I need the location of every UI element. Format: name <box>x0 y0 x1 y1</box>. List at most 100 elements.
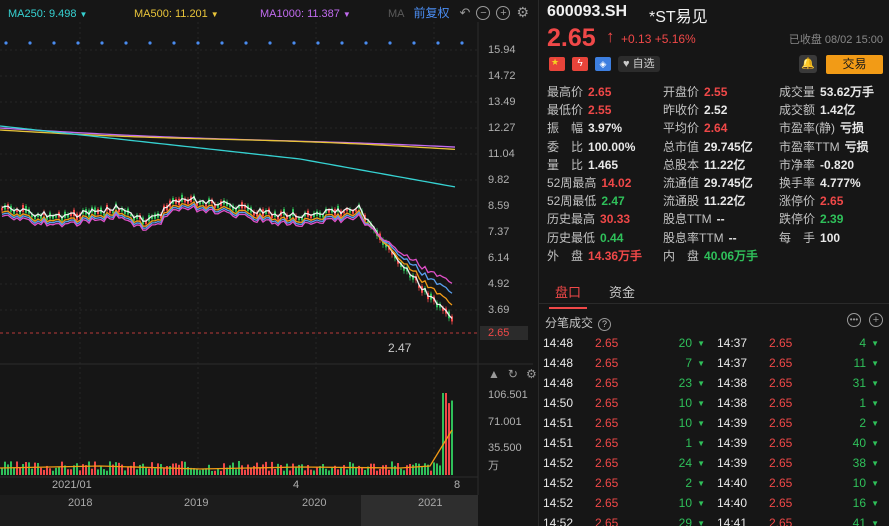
stat-row: 历史最低 0.44 <box>547 229 642 247</box>
date-label: 4 <box>293 479 300 491</box>
stat-value: 100.00% <box>588 139 636 154</box>
volume-bar <box>394 465 396 475</box>
zoom-in-icon[interactable]: + <box>496 5 511 20</box>
ma250-label[interactable]: MA250: 9.498 ▼ <box>8 8 87 20</box>
price-tick-label: 6.14 <box>488 252 510 264</box>
year-label: 2021 <box>418 497 443 509</box>
volume-bar <box>451 400 453 475</box>
event-marker <box>436 41 440 45</box>
volume-bar <box>244 469 246 475</box>
tick-price: 2.65 <box>769 376 793 390</box>
tick-time: 14:52 <box>543 516 574 526</box>
stat-row: 成交额 1.42亿 <box>779 101 874 119</box>
volume-bar <box>325 468 327 475</box>
tick-volume: 10 <box>678 396 692 410</box>
ma20-line <box>1 202 453 294</box>
stat-value: 2.64 <box>704 121 728 136</box>
tag-icon[interactable]: ◈ <box>595 57 611 71</box>
ma500-label[interactable]: MA500: 11.201 ▼ <box>134 8 219 20</box>
add-watchlist-button[interactable]: ♥ 自选 <box>618 56 660 72</box>
adjust-mode-button[interactable]: 前复权 <box>414 4 450 21</box>
tab-capital[interactable]: 资金 <box>609 282 635 301</box>
stat-value: 53.62万手 <box>820 85 875 99</box>
volume-bar <box>295 466 297 475</box>
stat-label: 历史最高 <box>547 212 596 227</box>
kline-chart[interactable]: MA250: 9.498 ▼ MA500: 11.201 ▼ MA1000: 11.… <box>0 0 537 526</box>
tick-row: 14:50 2.65 10 ▼ <box>543 396 708 416</box>
expand-icon[interactable]: + <box>869 313 883 327</box>
arrow-up-icon: ↑ <box>606 27 615 46</box>
trade-button[interactable]: 交易 <box>826 55 883 74</box>
volume-bar <box>106 470 108 475</box>
volume-bar <box>373 463 375 475</box>
stat-value: 100 <box>820 230 841 245</box>
chevron-up-icon[interactable]: ▲ <box>488 367 500 381</box>
tick-time: 14:38 <box>717 376 748 390</box>
volume-bar <box>385 464 387 475</box>
tick-time: 14:52 <box>543 456 574 470</box>
tick-direction-icon: ▼ <box>871 339 879 348</box>
volume-bar <box>343 465 345 475</box>
volume-bar <box>58 466 60 475</box>
tick-time: 14:48 <box>543 376 574 390</box>
stat-value: 2.55 <box>588 103 612 118</box>
tick-direction-icon: ▼ <box>697 519 705 526</box>
volume-bar <box>424 463 426 475</box>
event-marker <box>172 41 176 45</box>
ma1000-label[interactable]: MA1000: 11.387 ▼ <box>260 8 351 20</box>
zoom-out-icon[interactable]: − <box>476 5 491 20</box>
volume-bar <box>310 469 312 475</box>
volume-bar <box>124 470 126 475</box>
tick-direction-icon: ▼ <box>697 419 705 428</box>
tick-volume: 41 <box>852 516 866 526</box>
settings-gear-icon[interactable]: ⚙ <box>516 4 529 21</box>
volume-bar <box>91 468 93 475</box>
tick-row: 14:37 2.65 11 ▼ <box>717 356 882 376</box>
tick-price: 2.65 <box>769 336 793 350</box>
stat-label: 昨收价 <box>663 103 700 118</box>
volume-bar <box>436 463 438 475</box>
tick-volume: 24 <box>678 456 692 470</box>
tick-price: 2.65 <box>595 396 619 410</box>
volume-bar <box>265 461 267 475</box>
volume-settings-icon[interactable]: ⚙ <box>526 367 537 381</box>
stat-value: 29.745亿 <box>704 139 753 154</box>
alert-bell-icon[interactable]: 🔔 <box>799 55 817 73</box>
stat-label: 股息率TTM <box>663 230 724 245</box>
china-flag-icon[interactable]: ★ <box>549 57 565 71</box>
stat-value: 亏损 <box>840 121 865 136</box>
stat-label: 最低价 <box>547 103 584 118</box>
refresh-icon[interactable]: ↻ <box>508 367 518 381</box>
volume-bar <box>328 470 330 475</box>
volume-bar <box>412 464 414 475</box>
volume-bar <box>22 464 24 475</box>
date-label: 2021/01 <box>52 479 92 491</box>
stat-label: 股息TTM <box>663 212 712 227</box>
tick-row: 14:37 2.65 4 ▼ <box>717 336 882 356</box>
tab-orderbook[interactable]: 盘口 <box>548 282 588 309</box>
undo-icon[interactable]: ↶ <box>460 5 471 21</box>
margin-trading-icon[interactable]: ϟ <box>572 57 588 71</box>
tick-price: 2.65 <box>595 516 619 526</box>
kline-canvas[interactable] <box>0 0 533 526</box>
more-icon[interactable]: ••• <box>847 313 861 327</box>
volume-bar <box>235 469 237 475</box>
candle-body <box>1 207 3 211</box>
event-marker <box>292 41 296 45</box>
tick-direction-icon: ▼ <box>697 339 705 348</box>
volume-bar <box>202 468 204 475</box>
help-icon[interactable]: ? <box>598 318 612 331</box>
year-label: 2018 <box>68 497 93 509</box>
event-marker <box>124 41 128 45</box>
ma-more-label[interactable]: MA <box>388 8 405 20</box>
timeline-navigator[interactable]: 2018 2019 2020 2021 <box>0 495 478 526</box>
tick-direction-icon: ▼ <box>697 379 705 388</box>
stats-column-3: 成交量 53.62万手 成交额 1.42亿 市盈率(静) 亏损 市盈率TTM 亏损 市净率 -0.… <box>779 83 874 247</box>
stat-row: 成交量 53.62万手 <box>779 83 874 101</box>
stat-label: 成交量 <box>779 85 816 99</box>
stat-value: 2.47 <box>601 194 625 209</box>
volume-bar <box>154 468 156 475</box>
stat-value: 11.22亿 <box>704 157 746 172</box>
stat-value: 2.52 <box>704 103 728 118</box>
ticks-title: 分笔成交 <box>545 316 594 330</box>
